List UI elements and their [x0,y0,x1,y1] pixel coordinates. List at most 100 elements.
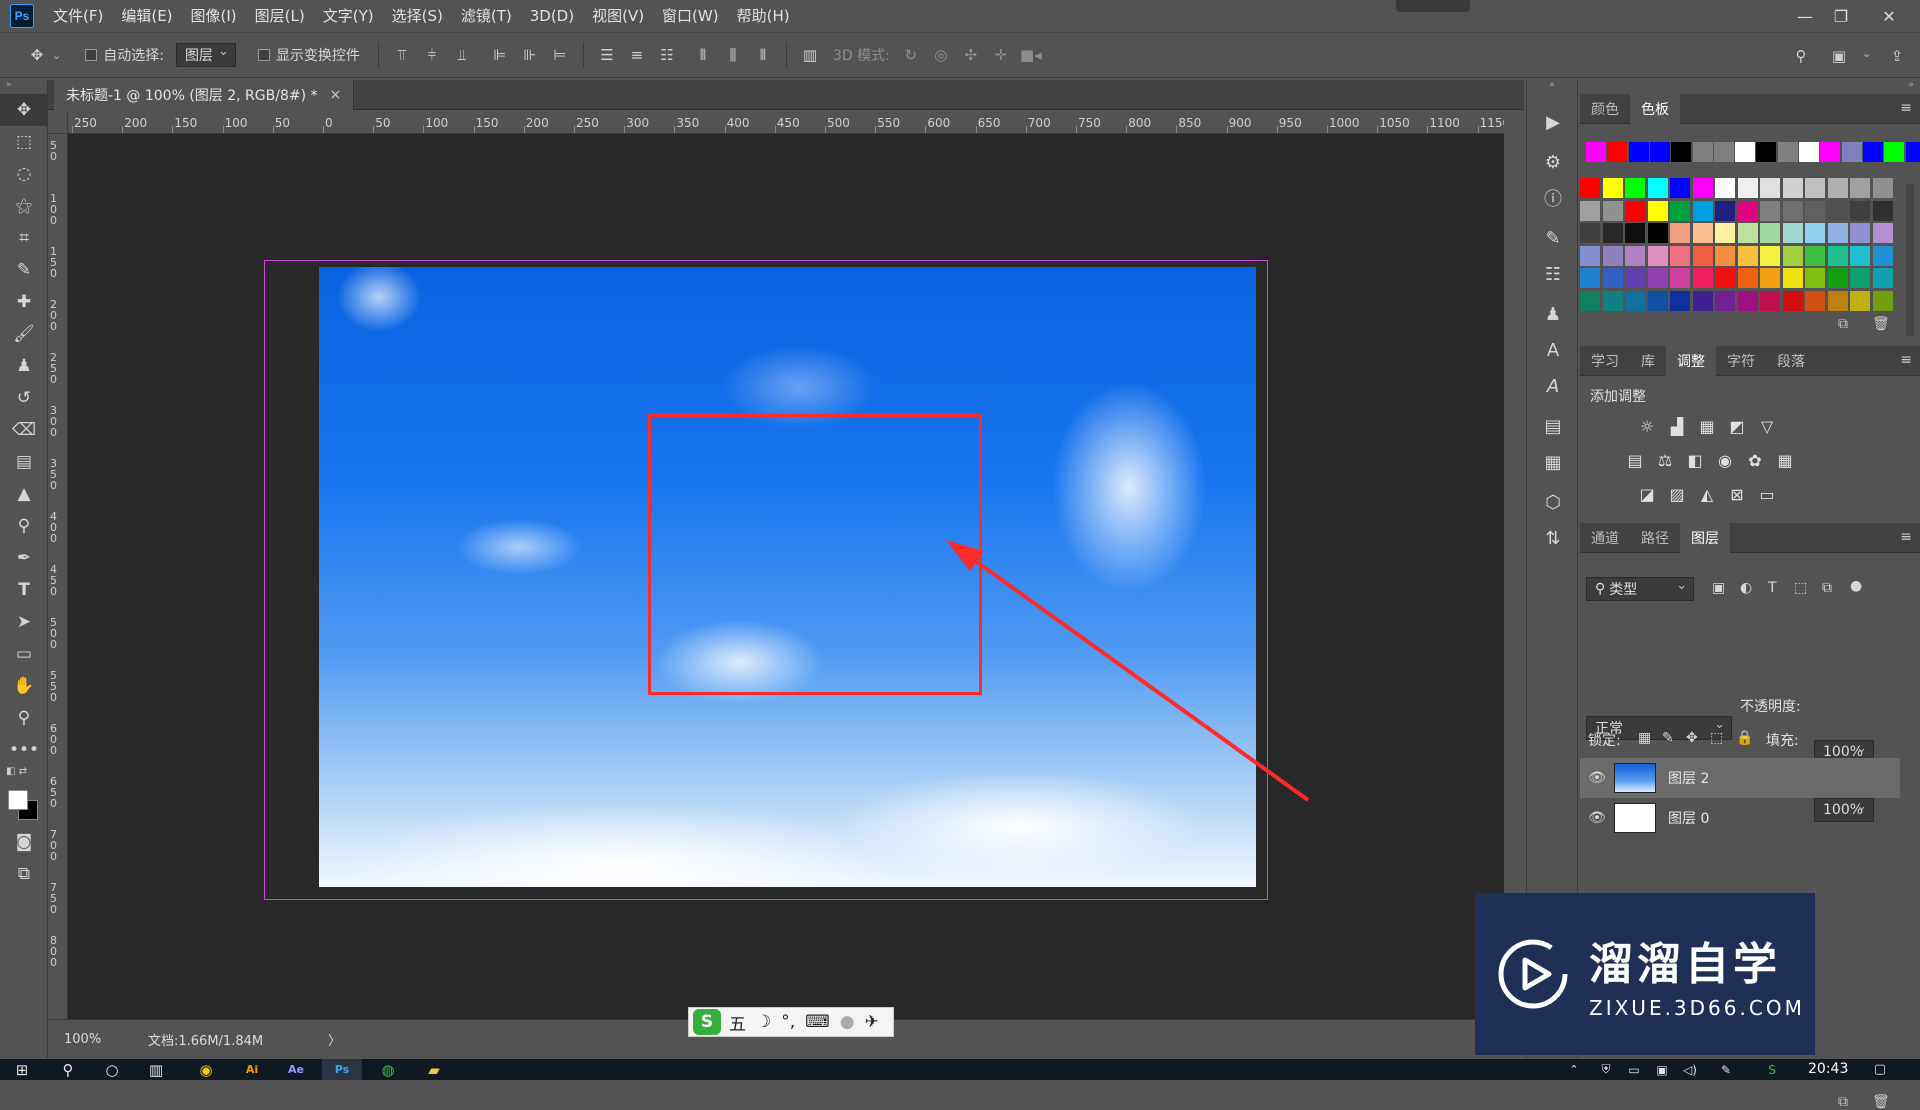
info-icon[interactable]: ⓘ [1527,180,1579,216]
visibility-eye-icon[interactable]: 👁 [1580,770,1614,786]
color-swatch[interactable] [1738,178,1758,198]
color-swatch[interactable] [1693,291,1713,311]
workspace-icon[interactable]: ▣ [1824,41,1854,71]
delete-swatch-icon[interactable]: 🗑 [1872,316,1890,332]
align-left-icon[interactable]: ⊫ [485,40,515,70]
photoshop-taskbar-icon[interactable]: Ps [322,1059,362,1080]
status-menu-icon[interactable]: 〉 [328,1030,341,1049]
file-explorer-icon[interactable]: ▰ [414,1059,454,1080]
timeline-icon[interactable]: ⇅ [1527,520,1579,556]
posterize-icon[interactable]: ▨ [1666,483,1688,505]
color-swatch[interactable] [1715,223,1735,243]
color-swatch[interactable] [1783,223,1803,243]
lock-all-icon[interactable]: 🔒 [1736,730,1753,746]
color-swatch[interactable] [1850,223,1870,243]
windows-start-icon[interactable]: ⊞ [2,1059,42,1080]
recent-swatch[interactable] [1629,142,1649,162]
tab-learn[interactable]: 学习 [1580,346,1630,376]
pen-icon[interactable]: ✎ [1706,1059,1746,1080]
3d-slide-icon[interactable]: ✛ [986,40,1016,70]
document-tab[interactable]: 未标题-1 @ 100% (图层 2, RGB/8#) * × [54,80,354,110]
color-swatch[interactable] [1580,291,1600,311]
selective-color-icon[interactable]: ⊠ [1726,483,1748,505]
color-swatch[interactable] [1603,268,1623,288]
hand-tool-icon[interactable]: ✋ [0,670,48,702]
notification-icon[interactable]: ▢ [1860,1059,1900,1080]
color-swatch[interactable] [1648,291,1668,311]
moon-icon[interactable]: ☽ [756,1012,771,1032]
properties-icon[interactable]: ⚙ [1527,144,1579,180]
layer-row[interactable]: 👁 图层 2 [1580,758,1900,798]
canvas-area[interactable] [68,134,1504,1019]
more-tools-icon[interactable]: ••• [0,734,48,766]
collapse-icon[interactable]: » [1908,80,1914,90]
black-white-icon[interactable]: ◧ [1684,449,1706,471]
illustrator-icon[interactable]: Ai [232,1059,272,1080]
color-swatch[interactable] [1715,178,1735,198]
tab-character[interactable]: 字符 [1716,346,1766,376]
screen-mode-icon[interactable]: ⧉ [0,858,48,890]
rectangle-tool-icon[interactable]: ▭ [0,638,48,670]
color-swatch[interactable] [1783,291,1803,311]
recent-swatch[interactable] [1778,142,1798,162]
keyboard-icon[interactable]: ⌨ [805,1012,830,1032]
color-swatch[interactable] [1648,223,1668,243]
color-swatch[interactable] [1670,291,1690,311]
marquee-tool-icon[interactable]: ⬚ [0,126,48,158]
menu-filter[interactable]: 滤镜(T) [452,0,521,32]
menu-3d[interactable]: 3D(D) [521,0,583,32]
filter-type-icon[interactable]: T [1768,580,1777,596]
color-swatch[interactable] [1805,268,1825,288]
move-tool-icon[interactable]: ✥ [0,94,48,126]
tab-paragraph[interactable]: 段落 [1766,346,1816,376]
tab-color[interactable]: 颜色 [1580,94,1630,124]
collapse-icon[interactable]: » [0,80,47,94]
dodge-tool-icon[interactable]: ⚲ [0,510,48,542]
layer-name[interactable]: 图层 0 [1668,808,1709,828]
chevron-down-icon[interactable]: ⌄ [1862,47,1871,60]
restore-button[interactable]: ❐ [1818,0,1864,32]
color-swatch[interactable] [1580,246,1600,266]
color-swatch[interactable] [1625,178,1645,198]
punctuation-icon[interactable]: °, [781,1012,795,1032]
color-swatch[interactable] [1805,223,1825,243]
user-icon[interactable]: ● [840,1012,855,1032]
magic-wand-tool-icon[interactable]: ⚝ [0,190,48,222]
ime-mode[interactable]: 五 [729,1010,746,1035]
color-swatch[interactable] [1873,268,1893,288]
menu-view[interactable]: 视图(V) [583,0,653,32]
show-transform-checkbox[interactable] [258,49,270,61]
recent-swatch[interactable] [1714,142,1734,162]
align-vcenter-icon[interactable]: ⫩ [417,40,447,70]
recent-swatch[interactable] [1842,142,1862,162]
filter-pixel-icon[interactable]: ▣ [1712,580,1725,596]
visibility-eye-icon[interactable]: 👁 [1580,810,1614,826]
color-swatch[interactable] [1648,201,1668,221]
gradient-map-icon[interactable]: ▭ [1756,483,1778,505]
threshold-icon[interactable]: ◭ [1696,483,1718,505]
color-swatch[interactable] [1783,178,1803,198]
color-swatch[interactable] [1873,291,1893,311]
recent-swatch[interactable] [1586,142,1606,162]
eraser-tool-icon[interactable]: ⌫ [0,414,48,446]
task-view-icon[interactable]: ▥ [136,1059,176,1080]
color-swatch[interactable] [1670,178,1690,198]
color-swatch[interactable] [1783,201,1803,221]
recent-swatch[interactable] [1884,142,1904,162]
color-swatch[interactable] [1873,223,1893,243]
recent-swatch[interactable] [1671,142,1691,162]
notes-icon[interactable]: ▤ [1527,408,1579,444]
distribute-right-icon[interactable]: ⫴ [748,40,778,70]
hue-saturation-icon[interactable]: ▤ [1624,449,1646,471]
share-icon[interactable]: ⇪ [1882,41,1912,71]
color-swatch[interactable] [1760,201,1780,221]
exposure-icon[interactable]: ◩ [1726,415,1748,437]
tab-swatches[interactable]: 色板 [1630,94,1680,124]
quick-mask-icon[interactable]: ◙ [0,826,48,858]
color-swatch[interactable] [1828,291,1848,311]
invert-icon[interactable]: ◪ [1636,483,1658,505]
recent-swatch[interactable] [1756,142,1776,162]
color-swatch[interactable] [1693,246,1713,266]
menu-layer[interactable]: 图层(L) [246,0,314,32]
color-swatch[interactable] [1648,268,1668,288]
